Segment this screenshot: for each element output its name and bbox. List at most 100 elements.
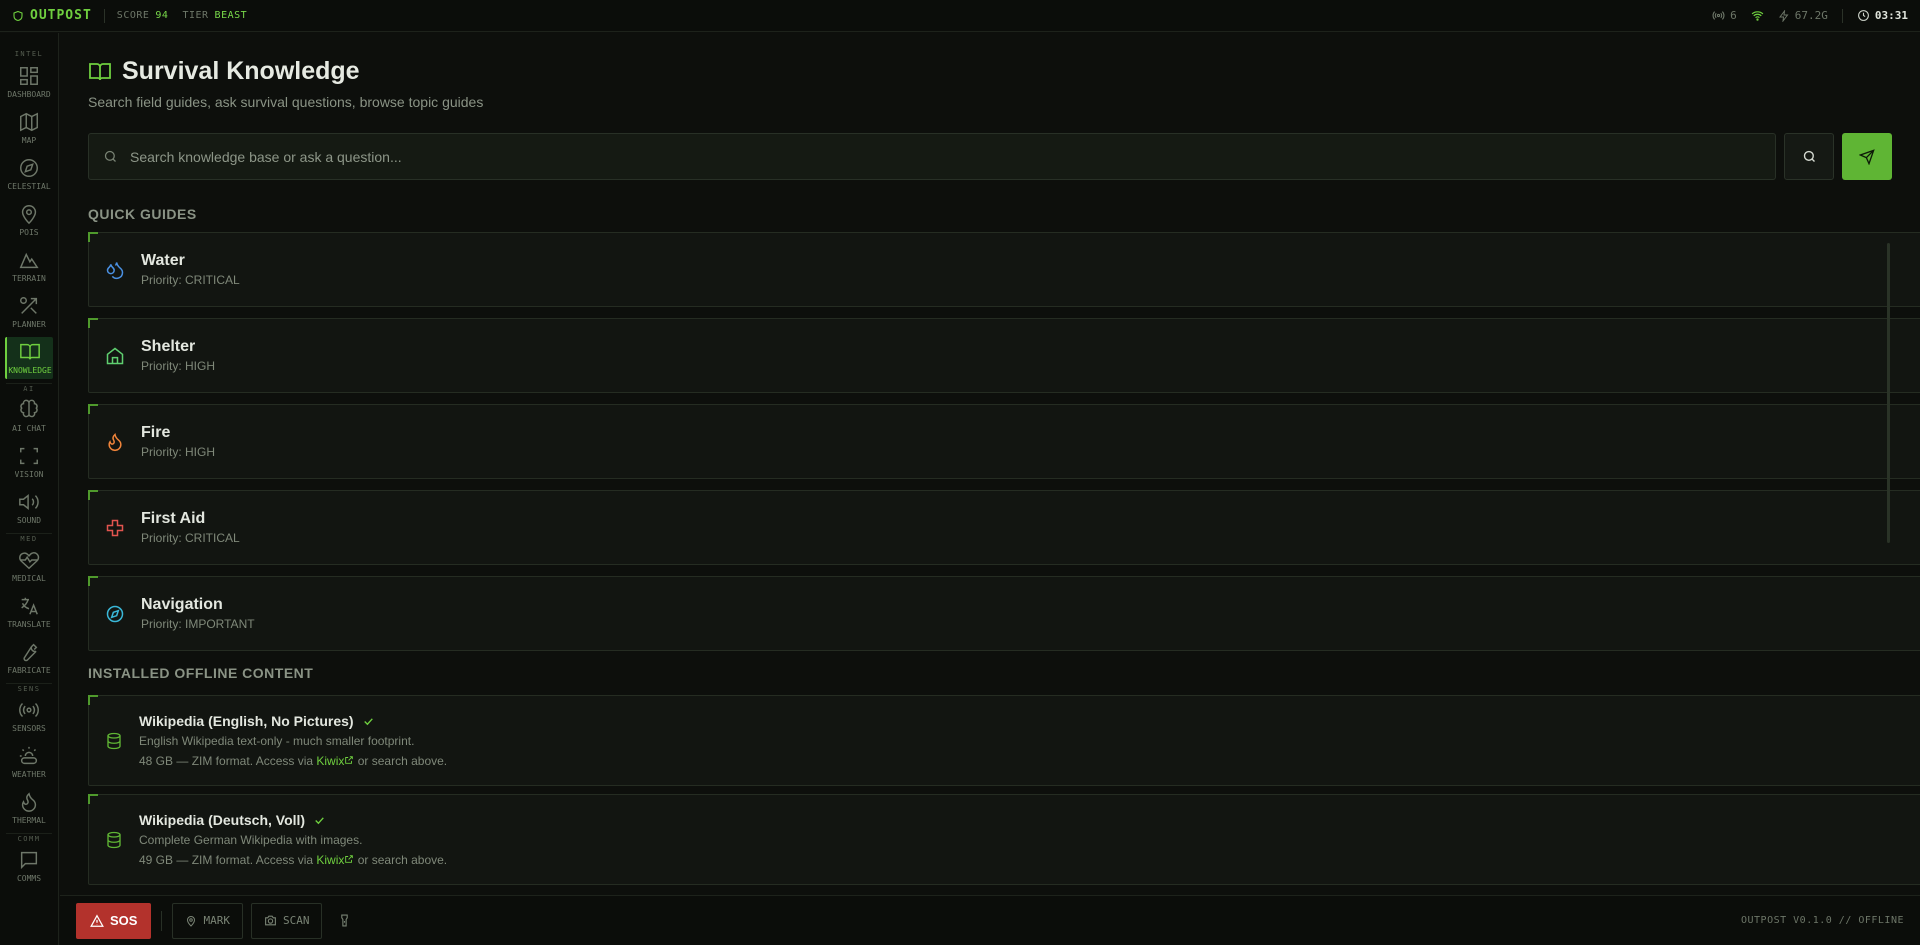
content-title: Wikipedia (Deutsch, Voll) bbox=[139, 812, 306, 828]
nav-weather[interactable]: WEATHER bbox=[5, 741, 53, 783]
guide-card-navigation[interactable]: Navigation Priority: IMPORTANT bbox=[88, 576, 1920, 651]
map-icon bbox=[20, 112, 38, 132]
nav-section-intel: INTEL bbox=[14, 50, 44, 58]
scan-button[interactable]: SCAN bbox=[250, 902, 323, 939]
nav-section-sens: SENS bbox=[6, 683, 52, 693]
nav-label: TERRAIN bbox=[12, 274, 46, 283]
flame-icon bbox=[105, 432, 125, 452]
content-description: English Wikipedia text-only - much small… bbox=[139, 734, 415, 748]
search-icon bbox=[104, 150, 116, 162]
nav-label: VISION bbox=[14, 470, 44, 479]
mark-label: MARK bbox=[203, 914, 230, 927]
flashlight-icon bbox=[341, 914, 349, 927]
external-link-icon bbox=[345, 756, 354, 764]
guide-priority: Priority: HIGH bbox=[141, 359, 216, 373]
nav-label: CELESTIAL bbox=[7, 182, 51, 191]
guide-card-water[interactable]: Water Priority: CRITICAL bbox=[88, 232, 1920, 307]
nav-thermal[interactable]: THERMAL bbox=[5, 787, 53, 829]
nav-label: MAP bbox=[21, 136, 37, 145]
content-meta-text: 49 GB — ZIM format. Access via bbox=[139, 853, 314, 867]
camera-icon bbox=[265, 915, 276, 926]
sos-button[interactable]: SOS bbox=[76, 902, 152, 939]
guide-card-fire[interactable]: Fire Priority: HIGH bbox=[88, 404, 1920, 479]
nav-label: THERMAL bbox=[12, 816, 46, 825]
brand: OUTPOST bbox=[12, 8, 92, 23]
scan-label: SCAN bbox=[282, 914, 310, 927]
content-card-wikipedia-en[interactable]: Wikipedia (English, No Pictures) English… bbox=[88, 695, 1920, 786]
content-card-wikipedia-de[interactable]: Wikipedia (Deutsch, Voll) Complete Germa… bbox=[88, 794, 1920, 885]
pin-icon bbox=[21, 205, 37, 225]
page-subtitle: Search field guides, ask survival questi… bbox=[88, 94, 484, 110]
droplets-icon bbox=[105, 260, 125, 280]
nav-knowledge[interactable]: KNOWLEDGE bbox=[5, 337, 53, 379]
nav-pois[interactable]: POIS bbox=[5, 199, 53, 241]
nav-section-ai: AI bbox=[6, 383, 52, 393]
book-icon bbox=[89, 62, 111, 80]
installed-content-heading: INSTALLED OFFLINE CONTENT bbox=[88, 665, 314, 681]
nav-label: MEDICAL bbox=[12, 574, 46, 583]
nav-planner[interactable]: PLANNER bbox=[5, 291, 53, 333]
nav-medical[interactable]: MEDICAL bbox=[5, 545, 53, 587]
nav-terrain[interactable]: TERRAIN bbox=[5, 245, 53, 287]
scrollbar[interactable] bbox=[1887, 243, 1890, 543]
nav-label: AI CHAT bbox=[12, 424, 46, 433]
search-button[interactable] bbox=[1784, 133, 1834, 180]
nav-fabricate[interactable]: FABRICATE bbox=[5, 637, 53, 679]
nav-label: TRANSLATE bbox=[7, 620, 51, 629]
tier-label: TIER bbox=[182, 10, 209, 21]
guide-priority: Priority: IMPORTANT bbox=[141, 617, 255, 631]
flashlight-button[interactable] bbox=[330, 914, 359, 927]
power-value: 67.2G bbox=[1794, 9, 1828, 22]
broadcast-icon bbox=[1712, 11, 1725, 20]
nav-sensors[interactable]: SENSORS bbox=[5, 695, 53, 737]
clock-icon bbox=[1857, 10, 1869, 21]
mountain-icon bbox=[19, 252, 39, 269]
database-icon bbox=[107, 831, 121, 848]
main-content: Survival Knowledge Search field guides, … bbox=[60, 33, 1920, 895]
guide-card-first-aid[interactable]: First Aid Priority: CRITICAL bbox=[88, 490, 1920, 565]
nav-map[interactable]: MAP bbox=[5, 107, 53, 149]
clock: 03:31 bbox=[1857, 9, 1908, 22]
nav-sound[interactable]: SOUND bbox=[5, 487, 53, 529]
kiwix-link[interactable]: Kiwix bbox=[316, 754, 344, 768]
external-link-icon bbox=[345, 855, 354, 863]
tier-value: BEAST bbox=[214, 10, 248, 21]
nav-label: WEATHER bbox=[12, 770, 46, 779]
search-input[interactable] bbox=[130, 148, 1761, 165]
flame-icon bbox=[21, 792, 37, 812]
content-meta: 48 GB — ZIM format. Access via Kiwix or … bbox=[139, 754, 447, 768]
guide-priority: Priority: HIGH bbox=[141, 445, 216, 459]
nav-label: DASHBOARD bbox=[7, 90, 51, 99]
nav-celestial[interactable]: CELESTIAL bbox=[5, 153, 53, 195]
bottom-bar: SOS MARK SCAN OUTPOST V0.1.0 // OFFLINE bbox=[60, 895, 1920, 945]
power-status: 67.2G bbox=[1778, 9, 1828, 22]
nav-section-med: MED bbox=[6, 533, 52, 543]
guide-title: Navigation bbox=[141, 596, 223, 613]
check-icon bbox=[363, 717, 373, 725]
guide-card-shelter[interactable]: Shelter Priority: HIGH bbox=[88, 318, 1920, 393]
wifi-icon bbox=[1751, 11, 1764, 21]
brain-icon bbox=[20, 399, 38, 418]
brand-name: OUTPOST bbox=[30, 8, 92, 23]
nav-label: SOUND bbox=[16, 516, 42, 525]
score-display: SCORE 94 TIER BEAST bbox=[117, 10, 247, 21]
planner-icon bbox=[20, 297, 38, 314]
sos-label: SOS bbox=[110, 913, 138, 928]
version-label: OUTPOST V0.1.0 // OFFLINE bbox=[1740, 915, 1904, 926]
wifi-status bbox=[1751, 9, 1764, 22]
ask-button[interactable] bbox=[1842, 133, 1892, 180]
shield-icon bbox=[13, 10, 23, 21]
nav-comms[interactable]: COMMS bbox=[5, 845, 53, 887]
nav-ai-chat[interactable]: AI CHAT bbox=[5, 395, 53, 437]
kiwix-link[interactable]: Kiwix bbox=[316, 853, 344, 867]
nav-vision[interactable]: VISION bbox=[5, 441, 53, 483]
send-icon bbox=[1859, 148, 1875, 165]
nav-label: POIS bbox=[19, 228, 39, 237]
nav-translate[interactable]: TRANSLATE bbox=[5, 591, 53, 633]
plus-icon bbox=[105, 518, 125, 538]
score-label: SCORE bbox=[116, 10, 150, 21]
mark-button[interactable]: MARK bbox=[172, 902, 243, 939]
weather-icon bbox=[19, 746, 37, 765]
nav-label: KNOWLEDGE bbox=[8, 366, 52, 375]
nav-dashboard[interactable]: DASHBOARD bbox=[5, 61, 53, 103]
